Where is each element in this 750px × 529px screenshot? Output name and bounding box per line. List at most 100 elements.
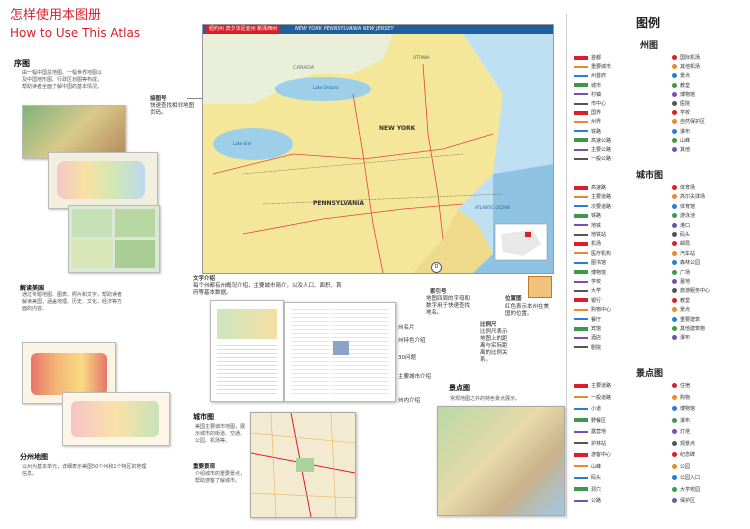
map-topbar-title: NEW YORK PENNSYLVANIA NEW JERSEY (295, 26, 394, 32)
legend-symbol-icon (672, 137, 677, 143)
legend-item: 山峰 (574, 463, 601, 470)
legend-item: 公路 (574, 497, 601, 504)
legend-item: 码头 (574, 474, 601, 481)
legend-label: 购物中心 (591, 307, 612, 314)
legend-item: 博物馆 (672, 91, 695, 98)
spread-label-5: 州内介绍 (398, 398, 421, 404)
legend-item: 医院 (672, 100, 690, 107)
interpret-map-2 (62, 392, 170, 446)
scenic-thumb (437, 406, 565, 516)
legend-label: 码头 (680, 232, 691, 238)
callout-page-no-title: 接图号 (150, 96, 167, 102)
legend-item: 次要道路 (574, 203, 611, 210)
legend-title: 图例 (636, 16, 661, 30)
legend-item: 教堂 (672, 297, 690, 304)
legend-symbol-icon (574, 499, 588, 502)
legend-label: 州界 (591, 119, 602, 126)
legend-label: 城市 (591, 82, 602, 89)
legend-label: 高速路 (591, 185, 607, 191)
legend-label: 邮局 (680, 241, 691, 248)
legend-symbol-icon (574, 346, 588, 349)
legend-symbol-icon (574, 195, 588, 198)
legend-item: 瀑布 (672, 128, 690, 135)
legend-symbol-icon (574, 120, 588, 123)
legend-item: 山峰 (672, 137, 690, 144)
legend-item: 广场 (672, 269, 690, 276)
legend-label: 国际机场 (680, 55, 701, 61)
legend-label: 护林站 (591, 440, 607, 447)
legend-label: 汽车站 (680, 250, 696, 257)
legend-item: 观景点 (672, 440, 695, 447)
legend-item: 公园 (672, 463, 690, 470)
main-map: 纽约州 宾夕法尼亚州 新泽西州 NEW YORK PENNSYLVANIA NE… (202, 24, 554, 274)
legend-label: 游客中心 (591, 452, 612, 458)
preface-text: 由一幅中国总地图、一幅世界地图以及中国地形图、行政区划图等构成，帮助读者全面了解… (22, 70, 103, 90)
interpret-text: 通过专题地图、图表、照片和文字，帮助读者解读美国，涵盖地理、历史、文化、经济等方… (22, 292, 123, 312)
legend-symbol-icon (672, 452, 677, 457)
legend-label: 景点 (680, 73, 691, 80)
legend-symbol-icon (574, 318, 588, 321)
legend-label: 重要城市 (591, 64, 612, 71)
legend-item: 地铁 (574, 222, 601, 229)
legend-item: 大学 (574, 287, 601, 294)
legend-item: 国际机场 (672, 54, 700, 61)
title-cn: 怎样使用本图册 (10, 8, 102, 23)
legend-item: 图书馆 (574, 259, 606, 266)
index-marker: D (431, 262, 442, 273)
legend-label: 博物馆 (591, 269, 607, 276)
legend-item: 地铁站 (574, 231, 606, 238)
legend-item: 景点 (672, 72, 690, 79)
legend-symbol-icon (672, 82, 677, 88)
legend-symbol-icon (574, 213, 588, 218)
spread-label-2: 州特色介绍 (398, 338, 426, 344)
legend-symbol-icon (574, 308, 588, 311)
legend-label: 住宿 (680, 383, 691, 389)
legend-label: 重要建筑 (680, 316, 701, 323)
legend-symbol-icon (672, 213, 677, 219)
legend-symbol-icon (574, 442, 588, 444)
legend-label: 纪念碑 (680, 452, 696, 458)
callout-page-no-text: 快速查找相邻地图页码。 (150, 103, 195, 116)
legend-symbol-icon (672, 55, 677, 60)
scenic-text: 常规地图之外的特色景点展示。 (450, 396, 521, 402)
legend-label: 大学校园 (680, 486, 701, 493)
legend-symbol-icon (574, 270, 588, 275)
legend-item: 小道 (574, 405, 601, 412)
legend-symbol-icon (672, 64, 677, 70)
legend-item: 学校 (672, 109, 690, 116)
callout-line-1 (187, 98, 203, 99)
spread-page-right (284, 302, 396, 402)
legend-state-section: 州图 (640, 41, 659, 51)
legend-item: 体育场 (672, 184, 695, 191)
callout-locator-title: 位置图 (505, 296, 522, 302)
callout-scale-text: 比例尺表示地图上的距离与实际距离的比例关系。 (480, 329, 508, 363)
legend-item: 野餐区 (574, 417, 606, 424)
legend-item: 体育馆 (672, 203, 695, 210)
legend-item: 森林公园 (672, 259, 700, 266)
legend-item: 银行 (574, 297, 601, 304)
legend-item: 医疗机构 (574, 250, 611, 257)
legend-symbol-icon (574, 110, 588, 115)
legend-label: 公园入口 (680, 475, 701, 481)
legend-label: 墓地 (680, 279, 691, 285)
preface-map-2 (48, 152, 158, 209)
legend-label: 教堂 (680, 297, 691, 304)
legend-item: 瀑布 (672, 334, 690, 341)
legend-divider (566, 14, 567, 519)
legend-label: 购物 (680, 394, 691, 401)
legend-symbol-icon (574, 452, 588, 457)
legend-symbol-icon (672, 232, 677, 237)
map-label-ottawa: OTTAWA (413, 55, 430, 60)
legend-label: 观景点 (680, 440, 696, 447)
legend-label: 银行 (591, 297, 602, 304)
legend-label: 首都 (591, 55, 602, 61)
legend-symbol-icon (672, 203, 677, 209)
legend-symbol-icon (672, 297, 677, 303)
legend-label: 博物馆 (680, 91, 696, 98)
legend-label: 广场 (680, 269, 691, 276)
legend-symbol-icon (574, 418, 588, 422)
callout-scale-title: 比例尺 (480, 322, 497, 328)
legend-item: 其他机场 (672, 63, 700, 70)
legend-symbol-icon (672, 110, 677, 116)
legend-symbol-icon (574, 233, 588, 236)
